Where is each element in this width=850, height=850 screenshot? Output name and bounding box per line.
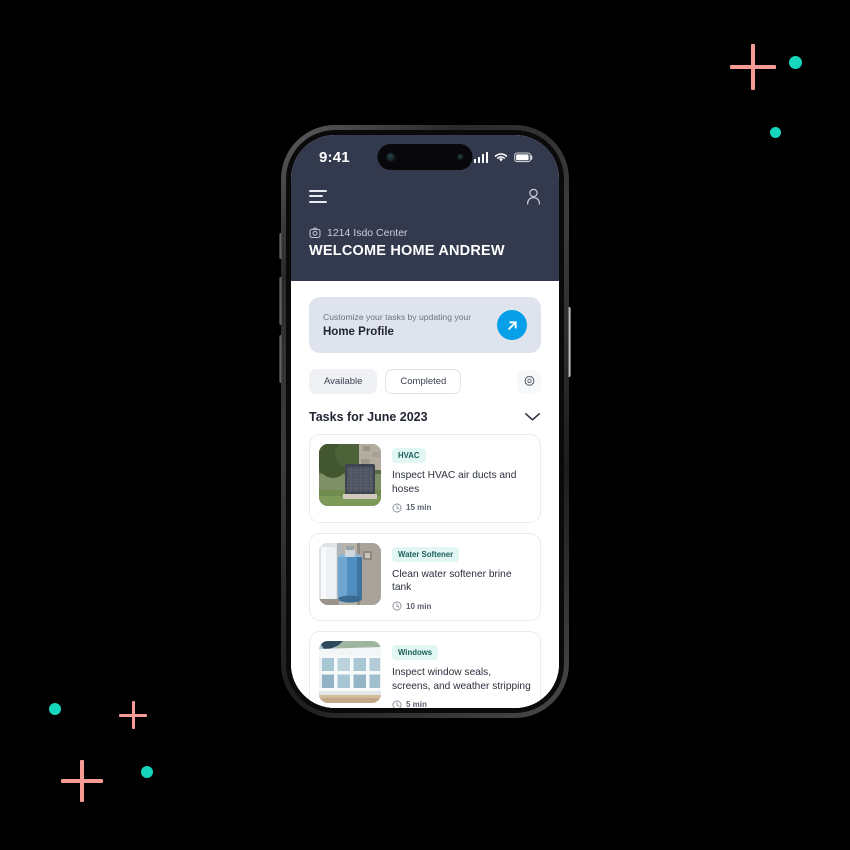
silent-switch-button[interactable]	[279, 233, 282, 259]
task-title: Clean water softener brine tank	[392, 568, 512, 594]
task-details: Water Softener Clean water softener brin…	[392, 543, 531, 612]
task-duration-label: 10 min	[406, 601, 432, 611]
decor-cross-icon	[119, 701, 147, 729]
welcome-title: WELCOME HOME ANDREW	[309, 243, 505, 259]
tab-completed[interactable]: Completed	[385, 369, 462, 394]
home-profile-text: Customize your tasks by updating your Ho…	[323, 312, 471, 338]
task-card[interactable]: Windows Inspect window seals, screens, a…	[309, 631, 541, 708]
tab-available[interactable]: Available	[309, 369, 378, 394]
status-bar: 9:41	[291, 135, 559, 179]
home-pin-icon	[309, 227, 321, 238]
front-camera-icon	[386, 152, 396, 162]
home-address: 1214 Isdo Center	[327, 227, 408, 239]
task-category-badge: HVAC	[392, 448, 426, 463]
decor-dot-icon	[789, 56, 802, 69]
status-bar-icons	[473, 151, 534, 163]
task-duration-label: 15 min	[406, 503, 432, 513]
clock-icon	[392, 503, 402, 513]
task-title: Inspect window seals, screens, and weath…	[392, 667, 531, 692]
face-id-sensor-icon	[457, 154, 464, 160]
task-details: Windows Inspect window seals, screens, a…	[392, 641, 531, 708]
task-duration: 10 min	[392, 601, 531, 611]
volume-up-button[interactable]	[279, 277, 282, 325]
task-thumbnail	[319, 542, 381, 605]
task-duration: 5 min	[392, 700, 531, 708]
phone-screen: 9:41 1214 Isdo Center WELCOME HOME ANDRE…	[291, 135, 559, 708]
hamburger-menu-icon[interactable]	[309, 189, 327, 203]
task-category-badge: Water Softener	[392, 546, 460, 562]
home-profile-card[interactable]: Customize your tasks by updating your Ho…	[309, 297, 541, 353]
task-duration-label: 5 min	[406, 700, 427, 708]
user-profile-icon[interactable]	[526, 188, 541, 205]
clock-icon	[392, 601, 402, 611]
task-card[interactable]: Water Softener Clean water softener brin…	[309, 532, 541, 622]
signal-bars-icon	[473, 151, 488, 163]
battery-icon	[514, 151, 533, 162]
task-category-badge: Windows	[392, 645, 439, 661]
decor-dot-icon	[49, 703, 61, 715]
wifi-icon	[494, 152, 508, 162]
task-thumbnail	[319, 444, 381, 506]
canvas: 9:41 1214 Isdo Center WELCOME HOME ANDRE…	[0, 0, 850, 850]
arrow-up-right-icon[interactable]	[497, 310, 527, 340]
tasks-section-title: Tasks for June 2023	[309, 410, 428, 424]
task-thumbnail	[319, 641, 381, 704]
app-navbar	[291, 179, 559, 213]
task-duration: 15 min	[392, 503, 531, 513]
decor-cross-icon	[61, 760, 103, 802]
phone-mockup: 9:41 1214 Isdo Center WELCOME HOME ANDRE…	[279, 125, 571, 718]
tasks-section-header[interactable]: Tasks for June 2023	[309, 410, 541, 424]
decor-cross-icon	[730, 44, 776, 90]
welcome-block: 1214 Isdo Center WELCOME HOME ANDREW	[291, 213, 559, 259]
dynamic-island	[377, 144, 473, 170]
task-card[interactable]: HVAC Inspect HVAC air ducts and hoses 15…	[309, 434, 541, 523]
home-profile-subtitle: Customize your tasks by updating your	[323, 311, 472, 322]
task-filter-tabs: Available Completed	[309, 369, 541, 394]
task-details: HVAC Inspect HVAC air ducts and hoses 15…	[392, 444, 531, 513]
chevron-down-icon[interactable]	[524, 412, 541, 422]
home-profile-title: Home Profile	[323, 326, 394, 339]
gear-icon[interactable]	[517, 369, 541, 394]
decor-dot-icon	[141, 766, 153, 778]
task-title: Inspect HVAC air ducts and hoses	[392, 470, 517, 495]
decor-dot-icon	[770, 127, 781, 138]
phone-bezel: 9:41 1214 Isdo Center WELCOME HOME ANDRE…	[286, 130, 564, 713]
app-body: Customize your tasks by updating your Ho…	[291, 281, 559, 708]
power-button[interactable]	[568, 307, 571, 377]
status-bar-clock: 9:41	[319, 148, 350, 166]
volume-down-button[interactable]	[279, 335, 282, 383]
address-row: 1214 Isdo Center	[309, 227, 541, 239]
clock-icon	[392, 700, 402, 708]
app-header: 9:41 1214 Isdo Center WELCOME HOME ANDRE…	[291, 135, 559, 281]
